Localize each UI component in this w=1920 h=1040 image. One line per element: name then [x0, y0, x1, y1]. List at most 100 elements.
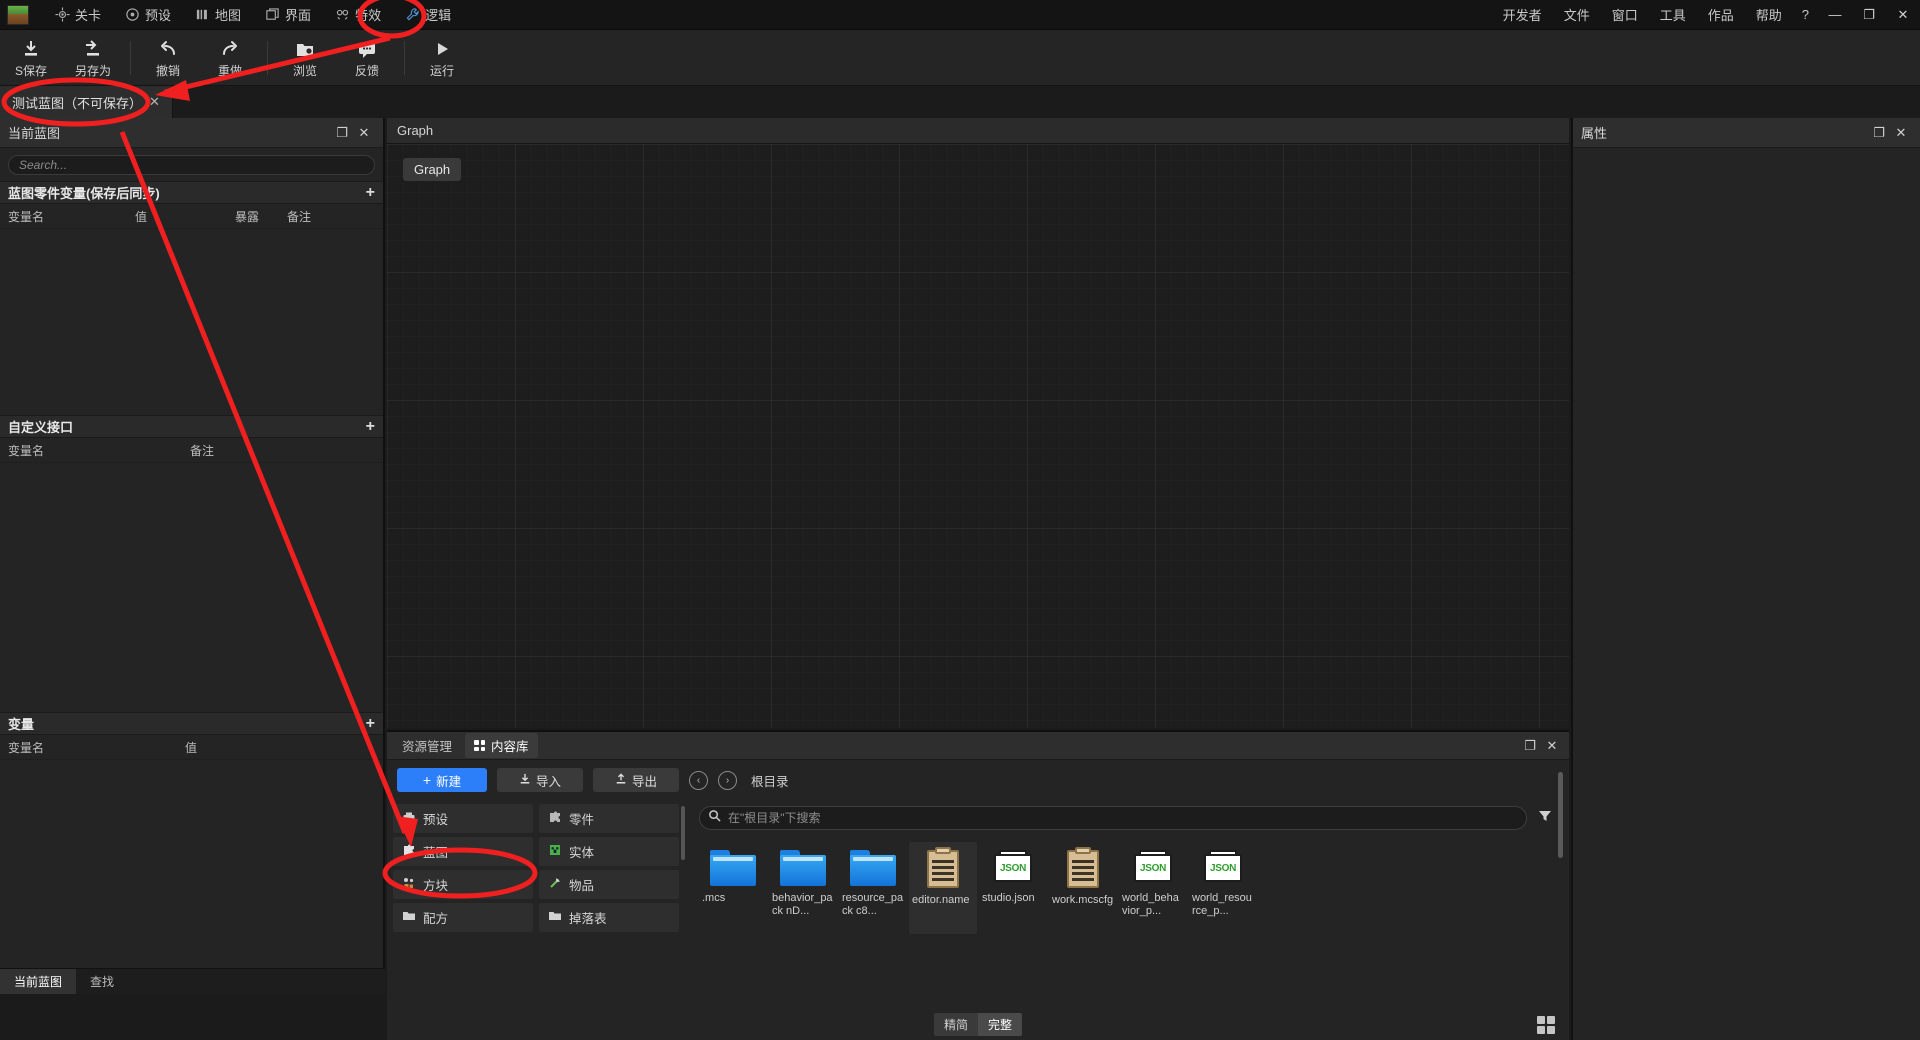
file-item[interactable]: .mcs — [699, 842, 767, 934]
menu-item-preset[interactable]: 预设 — [113, 0, 183, 30]
export-button[interactable]: 导出 — [593, 768, 679, 792]
category-label: 零件 — [569, 813, 595, 827]
file-search-input[interactable] — [699, 806, 1527, 830]
help-question-icon[interactable]: ? — [1793, 0, 1818, 30]
import-arrow-icon — [519, 773, 531, 788]
menu-item-tools[interactable]: 工具 — [1649, 0, 1697, 30]
menu-item-level[interactable]: 关卡 — [43, 0, 113, 30]
play-triangle-icon — [432, 37, 452, 59]
file-item[interactable]: resource_pack c8... — [839, 842, 907, 934]
menu-item-effects[interactable]: 特效 — [323, 0, 393, 30]
view-mode-full[interactable]: 完整 — [978, 1013, 1023, 1036]
bottom-tab-current-blueprint[interactable]: 当前蓝图 — [0, 969, 77, 994]
file-item[interactable]: behavior_pack nD... — [769, 842, 837, 934]
close-icon[interactable]: ✕ — [1541, 735, 1563, 757]
close-icon[interactable]: ✕ — [149, 94, 160, 110]
column-expose: 暴露 — [235, 209, 260, 224]
graph-canvas[interactable]: Graph — [387, 144, 1569, 728]
json-file-icon: JSON — [1204, 850, 1242, 886]
close-button[interactable]: ✕ — [1886, 0, 1920, 30]
add-interface-button[interactable]: + — [366, 418, 375, 435]
file-item[interactable]: JSON studio.json — [979, 842, 1047, 934]
blueprint-part-variable-rows — [0, 229, 383, 415]
category-label: 掉落表 — [569, 912, 607, 926]
new-button[interactable]: + 新建 — [397, 768, 487, 792]
menu-item-developer[interactable]: 开发者 — [1492, 0, 1553, 30]
column-value: 值 — [135, 209, 148, 224]
toolbar-save-as-button[interactable]: 另存为 — [62, 31, 124, 85]
menu-bar-right: 开发者 文件 窗口 工具 作品 帮助 ? — ❐ ✕ — [1492, 0, 1920, 30]
graph-panel: Graph Graph — [387, 118, 1569, 728]
toolbar-browse-button[interactable]: 浏览 — [274, 31, 336, 85]
maximize-icon[interactable]: ❐ — [1868, 122, 1890, 144]
section-header-variables[interactable]: 变量 + — [0, 712, 383, 735]
close-icon[interactable]: ✕ — [1890, 122, 1912, 144]
tab-label: 资源管理 — [402, 740, 453, 754]
breadcrumb-root[interactable]: 根目录 — [751, 771, 789, 790]
export-arrow-icon — [615, 772, 627, 788]
content-library-header: 资源管理 内容库 ❐ ✕ — [387, 732, 1569, 760]
category-part[interactable]: 零件 — [539, 804, 679, 833]
folder-icon — [710, 850, 756, 886]
toolbar-run-button[interactable]: 运行 — [411, 31, 473, 85]
category-scrollbar[interactable] — [681, 806, 685, 860]
category-item[interactable]: 物品 — [539, 870, 679, 899]
toolbar-redo-button[interactable]: 重做 — [199, 31, 261, 85]
menu-item-logic[interactable]: 逻辑 — [393, 0, 463, 30]
tab-content-library[interactable]: 内容库 — [465, 733, 538, 758]
graph-panel-header: Graph — [387, 118, 1569, 144]
maximize-icon[interactable]: ❐ — [1519, 735, 1541, 757]
section-header-custom-interface[interactable]: 自定义接口 + — [0, 415, 383, 438]
nav-forward-button[interactable]: › — [718, 770, 737, 790]
current-blueprint-panel: 当前蓝图 ❐ ✕ 蓝图零件变量(保存后同步) + 变量名 值 暴露 备注 自定义… — [0, 118, 385, 970]
add-variable-button[interactable]: + — [366, 184, 375, 201]
left-panel-search-wrap — [0, 148, 383, 181]
menu-item-help[interactable]: 帮助 — [1745, 0, 1793, 30]
filter-funnel-icon[interactable] — [1537, 808, 1553, 829]
toolbar-save-button[interactable]: S保存 — [0, 31, 62, 85]
tab-resource-management[interactable]: 资源管理 — [393, 733, 461, 758]
category-preset[interactable]: 预设 — [393, 804, 533, 833]
section-header-blueprint-part-variables[interactable]: 蓝图零件变量(保存后同步) + — [0, 181, 383, 204]
category-blueprint[interactable]: 蓝图 — [393, 837, 533, 866]
graph-tab-chip[interactable]: Graph — [403, 158, 462, 181]
menu-item-file[interactable]: 文件 — [1553, 0, 1601, 30]
variable-rows — [0, 760, 383, 970]
file-grid-scrollbar[interactable] — [1558, 772, 1563, 858]
export-button-label: 导出 — [631, 774, 657, 789]
grid-view-icon[interactable] — [1537, 1016, 1555, 1034]
file-item[interactable]: JSON world_resource_p... — [1189, 842, 1257, 934]
add-variable-button[interactable]: + — [366, 715, 375, 732]
category-droptable[interactable]: 掉落表 — [539, 903, 679, 932]
plus-icon: + — [422, 772, 432, 788]
category-block[interactable]: 方块 — [393, 870, 533, 899]
maximize-button[interactable]: ❐ — [1852, 0, 1886, 30]
toolbar-undo-button[interactable]: 撤销 — [137, 31, 199, 85]
view-mode-simple[interactable]: 精简 — [933, 1013, 978, 1036]
item-pickaxe-icon — [548, 876, 562, 893]
category-recipe[interactable]: 配方 — [393, 903, 533, 932]
menu-item-window[interactable]: 窗口 — [1601, 0, 1649, 30]
file-item[interactable]: work.mcscfg — [1049, 842, 1117, 934]
category-entity[interactable]: 实体 — [539, 837, 679, 866]
menu-item-map[interactable]: 地图 — [183, 0, 253, 30]
search-input[interactable] — [8, 155, 375, 175]
maximize-icon[interactable]: ❐ — [331, 122, 353, 144]
menu-item-works[interactable]: 作品 — [1697, 0, 1745, 30]
nav-back-button[interactable]: ‹ — [689, 770, 708, 790]
document-tab-test-blueprint[interactable]: 测试蓝图（不可保存） ✕ — [0, 86, 173, 118]
import-button[interactable]: 导入 — [497, 768, 583, 792]
bottom-tab-search[interactable]: 查找 — [76, 969, 128, 994]
minimize-button[interactable]: — — [1818, 0, 1852, 30]
application-window: 关卡 预设 地图 界面 特效 逻辑 开发者 文件 窗口 工具 作品 帮助 ? —… — [0, 0, 1920, 1040]
close-icon[interactable]: ✕ — [353, 122, 375, 144]
category-label: 实体 — [569, 846, 595, 860]
column-remark: 备注 — [190, 443, 215, 458]
file-item[interactable]: JSON world_behavior_p... — [1119, 842, 1187, 934]
file-search-row — [699, 800, 1569, 836]
file-item[interactable]: editor.name — [909, 842, 977, 934]
toolbar-label: 运行 — [429, 63, 454, 78]
file-search-wrap — [699, 806, 1527, 830]
menu-item-ui[interactable]: 界面 — [253, 0, 323, 30]
toolbar-feedback-button[interactable]: 反馈 — [336, 31, 398, 85]
